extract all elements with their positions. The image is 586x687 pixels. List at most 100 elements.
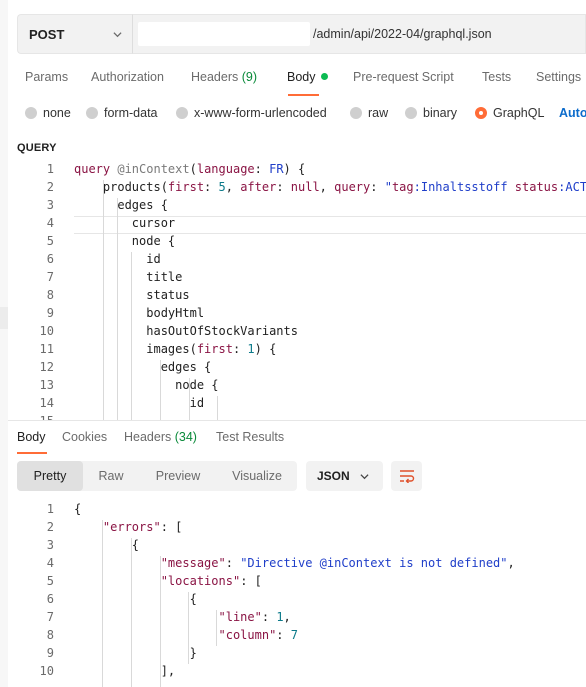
radio-circle-icon: [86, 107, 98, 119]
view-visualize-button[interactable]: Visualize: [217, 461, 297, 491]
line-number: 10: [39, 664, 54, 678]
query-code-line: edges {: [74, 198, 168, 212]
line-number: 9: [46, 646, 54, 660]
chevron-down-icon: [113, 31, 122, 37]
line-number: 8: [46, 288, 54, 302]
query-code-line: hasOutOfStockVariants: [74, 324, 298, 338]
tab-params[interactable]: Params: [25, 70, 68, 84]
query-code-line: query @inContext(language: FR) {: [74, 162, 306, 176]
radio-label: none: [43, 106, 71, 120]
wrap-lines-icon: [399, 470, 414, 483]
query-code-line: bodyHtml: [74, 306, 205, 320]
pane-divider[interactable]: [8, 420, 586, 421]
radio-form-data[interactable]: form-data: [86, 106, 158, 120]
line-number: 7: [46, 270, 54, 284]
radio-label: binary: [423, 106, 458, 120]
tab-response-headers-count: (34): [174, 430, 197, 444]
query-code-line: status: [74, 288, 190, 302]
response-code-line: "locations": [: [160, 574, 262, 588]
line-number: 14: [39, 396, 54, 410]
response-code-line: {: [74, 538, 140, 552]
panel-notch: [0, 307, 8, 329]
response-code-line: }: [74, 646, 197, 660]
tab-headers-label: Headers: [191, 70, 239, 84]
radio-label: form-data: [104, 106, 158, 120]
line-number: 7: [46, 610, 54, 624]
active-tab-indicator: [288, 94, 319, 96]
radio-circle-icon: [176, 107, 188, 119]
tab-pre-request-script[interactable]: Pre-request Script: [353, 70, 454, 84]
line-number: 6: [46, 592, 54, 606]
radio-binary[interactable]: binary: [405, 106, 457, 120]
tab-settings[interactable]: Settings: [536, 70, 581, 84]
view-pretty-button[interactable]: Pretty: [17, 461, 83, 491]
query-code-line: images(first: 1) {: [74, 342, 277, 356]
body-modified-dot-icon: [320, 73, 328, 80]
query-code-line: id: [74, 252, 161, 266]
response-code-line: {: [74, 592, 197, 606]
line-number: 12: [39, 360, 54, 374]
line-number: 10: [39, 324, 54, 338]
response-code-line: "message": "Directive @inContext is not …: [160, 556, 515, 570]
auto-fetch-link[interactable]: Auto: [559, 106, 586, 120]
query-code-line: edges {: [74, 360, 212, 374]
response-code-line: "errors": [: [102, 520, 183, 534]
line-number: 4: [46, 216, 54, 230]
query-section-label: QUERY: [17, 142, 57, 154]
response-viewer[interactable]: 1 {2 "errors": [3 {4 "message": "Directiv…: [17, 502, 586, 687]
tab-headers[interactable]: Headers (9): [191, 70, 257, 84]
tab-body-label: Body: [287, 70, 316, 84]
radio-selected-icon: [475, 107, 487, 119]
line-number: 2: [46, 520, 54, 534]
radio-graphql[interactable]: GraphQL: [475, 106, 544, 120]
method-label: POST: [29, 26, 65, 42]
line-number: 5: [46, 234, 54, 248]
radio-label: GraphQL: [493, 106, 545, 120]
tab-cookies[interactable]: Cookies: [62, 430, 107, 444]
query-code-line: node {: [74, 234, 176, 248]
tab-response-headers[interactable]: Headers (34): [124, 430, 197, 444]
url-host-redacted: [138, 22, 310, 46]
tab-response-body[interactable]: Body: [17, 430, 46, 444]
tab-headers-count: (9): [241, 70, 258, 84]
method-select[interactable]: POST: [17, 14, 132, 54]
response-code-line: "column": 7: [218, 628, 298, 642]
url-path: /admin/api/2022-04/graphql.json: [313, 27, 492, 41]
view-mode-segmented-control: Pretty Raw Preview Visualize: [17, 461, 297, 491]
radio-label: raw: [368, 106, 389, 120]
wrap-lines-button[interactable]: [391, 461, 422, 491]
line-number: 2: [46, 180, 54, 194]
line-number: 9: [46, 306, 54, 320]
line-number: 3: [46, 198, 54, 212]
query-editor[interactable]: 1 query @inContext(language: FR) {2 produ…: [17, 162, 586, 420]
tab-test-results[interactable]: Test Results: [216, 430, 284, 444]
radio-label: x-www-form-urlencoded: [194, 106, 327, 120]
tab-body[interactable]: Body: [287, 70, 328, 84]
radio-circle-icon: [405, 107, 417, 119]
format-select[interactable]: JSON: [306, 461, 383, 491]
radio-circle-icon: [25, 107, 37, 119]
response-code-line: {: [74, 502, 82, 516]
line-number: 1: [46, 502, 54, 516]
tab-tests[interactable]: Tests: [482, 70, 511, 84]
url-input[interactable]: /admin/api/2022-04/graphql.json: [132, 14, 586, 54]
radio-circle-icon: [350, 107, 362, 119]
query-code-line: products(first: 5, after: null, query: "…: [74, 180, 586, 194]
radio-raw[interactable]: raw: [350, 106, 388, 120]
radio-x-www-form-urlencoded[interactable]: x-www-form-urlencoded: [176, 106, 327, 120]
response-code-line: "line": 1,: [218, 610, 291, 624]
query-code-line: title: [74, 270, 183, 284]
left-gutter: [0, 0, 8, 687]
radio-none[interactable]: none: [25, 106, 71, 120]
query-code-line: cursor: [74, 216, 176, 230]
tab-response-headers-label: Headers: [124, 430, 172, 444]
line-number: 3: [46, 538, 54, 552]
line-number: 13: [39, 378, 54, 392]
line-number: 11: [39, 342, 54, 356]
indent-guide: [217, 396, 218, 420]
query-code-line: node {: [74, 378, 219, 392]
tab-authorization[interactable]: Authorization: [91, 70, 164, 84]
view-raw-button[interactable]: Raw: [83, 461, 139, 491]
view-preview-button[interactable]: Preview: [139, 461, 217, 491]
active-response-tab-indicator: [17, 452, 47, 454]
